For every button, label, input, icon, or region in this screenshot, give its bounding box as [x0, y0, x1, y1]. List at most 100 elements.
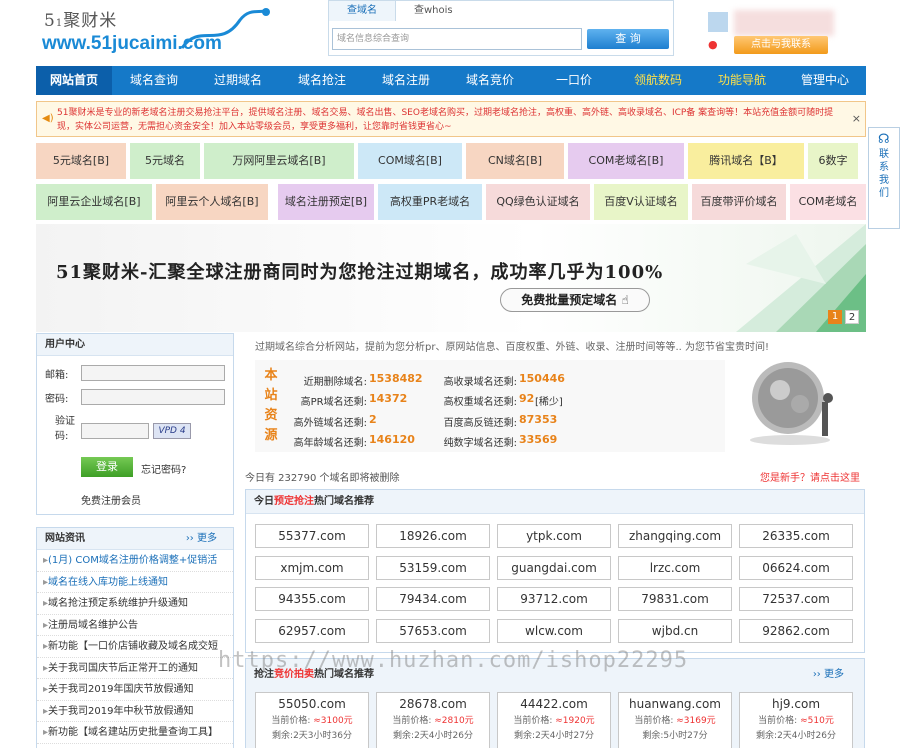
password-label: 密码: [45, 394, 69, 405]
tab-search-whois[interactable]: 查whois [396, 1, 471, 21]
domain-cell[interactable]: 92862.com [739, 618, 853, 643]
speaker-icon: ◀) [42, 113, 54, 124]
domain-cell[interactable]: 53159.com [376, 555, 490, 580]
news-item[interactable]: ▸关于我司2019年中秋节放假通知 [37, 701, 233, 722]
domain-cell[interactable]: 94355.com [255, 587, 369, 611]
tag-item[interactable]: COM域名[B] [358, 143, 462, 179]
banner-page-1[interactable]: 1 [828, 310, 842, 324]
stat-value: 33569 [519, 433, 558, 446]
logo-brand[interactable]: 51聚财米 [44, 6, 117, 31]
auction-time-left: 剩余:5小时27分 [642, 731, 708, 741]
newbie-link[interactable]: 您是新手？请点击这里 [760, 469, 860, 484]
news-item[interactable]: ▸新功能【一口价店铺收藏及域名成交短 [37, 636, 233, 658]
auction-cell[interactable]: 55050.com 当前价格: ≈3100元 剩余:2天3小时36分 [255, 692, 369, 748]
watermark: https://www.huzhan.com/ishop22295 [218, 648, 689, 673]
tag-item[interactable]: 6数字 [808, 143, 858, 179]
captcha-image[interactable]: VPD 4 [153, 423, 191, 439]
stat-label: 高年龄域名还剩: [293, 438, 367, 449]
domain-cell[interactable]: 93712.com [497, 587, 611, 611]
tag-item[interactable]: 阿里云企业域名[B] [36, 184, 152, 220]
auction-price: 当前价格: ≈3169元 [634, 716, 716, 726]
auction-cell[interactable]: huanwang.com 当前价格: ≈3169元 剩余:5小时27分 [618, 692, 732, 748]
banner-page-2[interactable]: 2 [845, 310, 859, 324]
nav-functions[interactable]: 功能导航 [700, 66, 784, 95]
user-center: 用户中心 邮箱: 密码: 验证码: VPD 4 登录 忘记密码? 免费注册会员 [36, 333, 234, 515]
domain-cell[interactable]: xmjm.com [255, 555, 369, 580]
news-item[interactable]: ▸(1月) COM域名注册价格调整+促销活 [37, 550, 233, 572]
login-button[interactable]: 登录 [81, 457, 133, 477]
domain-cell[interactable]: 79831.com [618, 587, 732, 611]
auction-domain: 28678.com [399, 697, 467, 711]
contact-us-float[interactable]: ☊ 联 系 我 们 [868, 127, 900, 229]
domain-cell[interactable]: ytpk.com [497, 524, 611, 548]
tag-item[interactable]: 阿里云个人域名[B] [156, 184, 268, 220]
email-field[interactable] [81, 365, 225, 381]
nav-snipe[interactable]: 域名抢注 [280, 66, 364, 95]
banner-button[interactable]: 免费批量预定域名 ☝ [500, 288, 650, 312]
domain-cell[interactable]: wjbd.cn [618, 618, 732, 643]
nav-linghang[interactable]: 领航数码 [616, 66, 700, 95]
contact-button[interactable]: 点击与我联系 [734, 36, 828, 54]
news-item[interactable]: ▸新功能【域名建站历史批量查询工具】 [37, 722, 233, 744]
tag-item[interactable]: 万网阿里云域名[B] [204, 143, 354, 179]
domain-cell[interactable]: 26335.com [739, 524, 853, 548]
auction-more-link[interactable]: ›› 更多 [813, 665, 844, 680]
tag-item[interactable]: COM老域名 [790, 184, 866, 220]
stat-note: [稀少] [535, 397, 563, 408]
news-item[interactable]: ▸域名抢注预定系统维护升级通知 [37, 593, 233, 615]
tag-item[interactable]: CN域名[B] [466, 143, 564, 179]
nav-domain-query[interactable]: 域名查询 [112, 66, 196, 95]
forgot-password-link[interactable]: 忘记密码? [141, 461, 186, 476]
domain-cell[interactable]: zhangqing.com [618, 524, 732, 548]
stat-value: 1538482 [369, 372, 423, 385]
nav-admin[interactable]: 管理中心 [784, 66, 866, 95]
auction-cell[interactable]: 28678.com 当前价格: ≈2810元 剩余:2天4小时26分 [376, 692, 490, 748]
tag-item[interactable]: 百度V认证域名 [594, 184, 688, 220]
auction-cell[interactable]: 44422.com 当前价格: ≈1920元 剩余:2天4小时27分 [497, 692, 611, 748]
domain-cell[interactable]: 55377.com [255, 524, 369, 548]
news-header: 网站资讯 ›› 更多 [37, 528, 233, 550]
tag-item[interactable]: 5元域名 [130, 143, 200, 179]
domain-cell[interactable]: lrzc.com [618, 555, 732, 580]
news-more-link[interactable]: ›› 更多 [186, 528, 217, 550]
tag-item[interactable]: 高权重PR老域名 [378, 184, 482, 220]
auction-price: 当前价格: ≈510元 [758, 716, 834, 726]
nav-register[interactable]: 域名注册 [364, 66, 448, 95]
auction-cell[interactable]: hj9.com 当前价格: ≈510元 剩余:2天4小时26分 [739, 692, 853, 748]
domain-cell[interactable]: 62957.com [255, 618, 369, 643]
float-char: 联 [879, 149, 889, 160]
search-button[interactable]: 查 询 [587, 29, 669, 49]
domain-cell[interactable]: wlcw.com [497, 618, 611, 643]
nav-auction[interactable]: 域名竞价 [448, 66, 532, 95]
nav-home[interactable]: 网站首页 [36, 66, 112, 95]
promo-banner[interactable]: 51聚财米-汇聚全球注册商同时为您抢注过期域名，成功率几乎为100% 免费批量预… [36, 224, 866, 332]
stat-label: 高外链域名还剩: [293, 418, 367, 429]
register-link[interactable]: 免费注册会员 [81, 492, 141, 507]
tag-item[interactable]: COM老域名[B] [568, 143, 684, 179]
tag-item[interactable]: 5元域名[B] [36, 143, 126, 179]
news-item[interactable]: ▸注册局域名维护公告 [37, 615, 233, 636]
tab-search-domain[interactable]: 查域名 [329, 1, 396, 21]
domain-cell[interactable]: 06624.com [739, 555, 853, 580]
tag-item[interactable]: 域名注册预定[B] [278, 184, 374, 220]
domain-cell[interactable]: 57653.com [376, 618, 490, 643]
headset-icon: ☊ [878, 132, 890, 147]
domain-cell[interactable]: 72537.com [739, 587, 853, 611]
news-item[interactable]: ▸关于我司2019年国庆节放假通知 [37, 679, 233, 701]
nav-expired[interactable]: 过期域名 [196, 66, 280, 95]
tag-item[interactable]: QQ绿色认证域名 [486, 184, 590, 220]
domain-cell[interactable]: 79434.com [376, 587, 490, 611]
tag-item[interactable]: 百度带评价域名 [692, 184, 786, 220]
domain-cell[interactable]: 18926.com [376, 524, 490, 548]
search-input[interactable]: 域名信息综合查询 [332, 28, 582, 50]
news-item[interactable]: ▸域名在线入库功能上线通知 [37, 572, 233, 593]
news-item[interactable]: ▸关于我司国庆节后正常开工的通知 [37, 658, 233, 679]
captcha-field[interactable] [81, 423, 149, 439]
domain-cell[interactable]: guangdai.com [497, 555, 611, 580]
nav-fixed-price[interactable]: 一口价 [532, 66, 616, 95]
delete-count: 今日有 232790 个域名即将被删除 [245, 473, 400, 484]
tag-item[interactable]: 腾讯域名【B】 [688, 143, 804, 179]
password-field[interactable] [81, 389, 225, 405]
qq-icon: ● [708, 38, 718, 51]
close-icon[interactable]: × [852, 112, 861, 126]
